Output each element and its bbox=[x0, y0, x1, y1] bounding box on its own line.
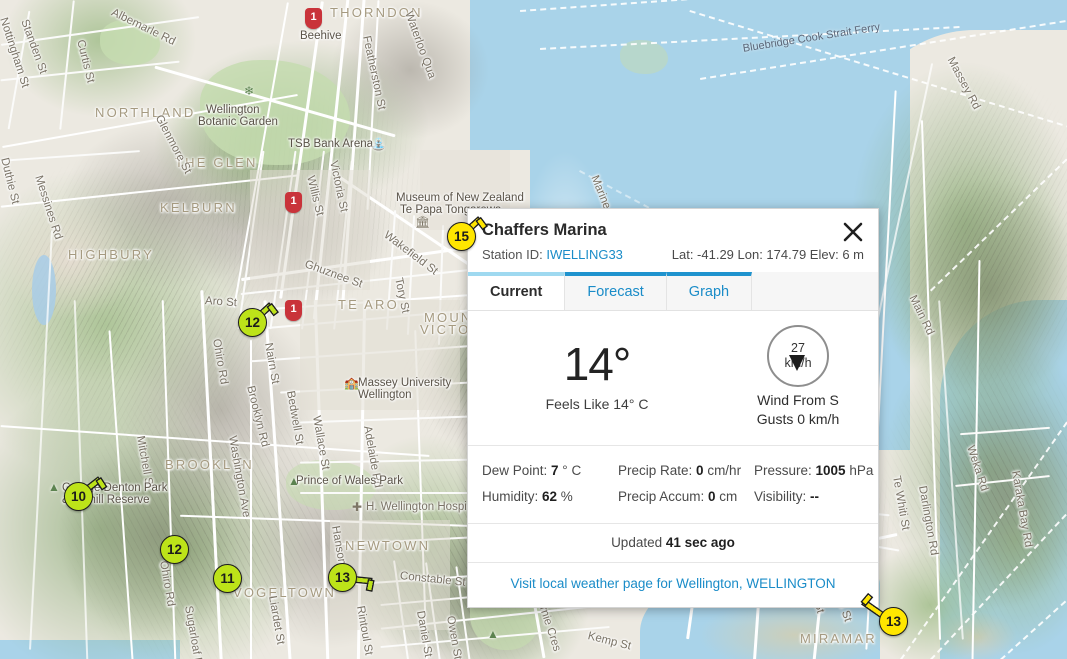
detail-grid: Dew Point: 7 ° CHumidity: 62 %Precip Rat… bbox=[468, 446, 878, 525]
neighborhood-label: NEWTOWN bbox=[345, 538, 430, 553]
detail-label: Pressure: bbox=[754, 463, 816, 478]
wind-speed-badge[interactable]: 13 bbox=[328, 563, 357, 592]
station-id-link[interactable]: IWELLING33 bbox=[546, 247, 623, 262]
place-label: Massey University bbox=[358, 377, 451, 389]
place-label: Wellington bbox=[206, 104, 260, 116]
popup-header: Chaffers Marina Station ID: IWELLING33 L… bbox=[468, 209, 878, 272]
wind-speed-badge[interactable]: 11 bbox=[213, 564, 242, 593]
tab-current[interactable]: Current bbox=[468, 272, 565, 310]
detail-value: 1005 bbox=[816, 463, 846, 478]
hospital-icon: ✚ bbox=[352, 500, 362, 514]
highway-shield-icon: 1 bbox=[285, 192, 302, 213]
updated-label: Updated bbox=[611, 535, 662, 550]
place-label: Beehive bbox=[300, 30, 342, 42]
neighborhood-label: MIRAMAR bbox=[800, 631, 877, 646]
place-label: TSB Bank Arena bbox=[288, 138, 373, 150]
park-icon: ❄ bbox=[244, 84, 254, 98]
wind-block: 27 km/h Wind From S Gusts 0 km/h bbox=[718, 325, 878, 429]
local-weather-page-link[interactable]: Visit local weather page for Wellington,… bbox=[511, 576, 836, 591]
detail-value: -- bbox=[810, 489, 819, 504]
street-label: Aro St bbox=[205, 295, 238, 309]
detail-value: 0 bbox=[708, 489, 716, 504]
wind-speed-badge[interactable]: 12 bbox=[238, 308, 267, 337]
highway-shield-icon: 1 bbox=[285, 300, 302, 321]
detail-row: Precip Accum: 0 cm bbox=[618, 484, 742, 510]
park-icon: ▲ bbox=[487, 627, 499, 641]
detail-label: Dew Point: bbox=[482, 463, 551, 478]
stadium-icon: ⛲ bbox=[371, 137, 386, 151]
detail-unit: cm bbox=[716, 489, 738, 504]
detail-column: Precip Rate: 0 cm/hrPrecip Accum: 0 cm bbox=[606, 458, 742, 511]
wind-dial: 27 km/h bbox=[767, 325, 829, 387]
detail-value: 0 bbox=[696, 463, 704, 478]
detail-row: Precip Rate: 0 cm/hr bbox=[618, 458, 742, 484]
local-weather-link-row: Visit local weather page for Wellington,… bbox=[468, 563, 878, 607]
temperature-block: 14° Feels Like 14° C bbox=[468, 341, 718, 412]
museum-icon: 🏛 bbox=[415, 215, 430, 229]
detail-row: Dew Point: 7 ° C bbox=[482, 458, 606, 484]
wind-speed-value: 27 bbox=[791, 341, 805, 355]
place-label: Wellington bbox=[358, 389, 412, 401]
water-sw bbox=[0, 640, 180, 659]
current-conditions: 14° Feels Like 14° C 27 km/h Wind From S… bbox=[468, 311, 878, 446]
updated-value: 41 sec ago bbox=[666, 535, 735, 550]
place-label: Botanic Garden bbox=[198, 116, 278, 128]
detail-column: Dew Point: 7 ° CHumidity: 62 % bbox=[468, 458, 606, 511]
detail-row: Humidity: 62 % bbox=[482, 484, 606, 510]
wind-speed-badge[interactable]: 15 bbox=[447, 222, 476, 251]
detail-label: Precip Accum: bbox=[618, 489, 708, 504]
detail-label: Precip Rate: bbox=[618, 463, 696, 478]
updated-status: Updated 41 sec ago bbox=[468, 524, 878, 563]
wind-speed-badge[interactable]: 10 bbox=[64, 482, 93, 511]
station-id-label: Station ID: bbox=[482, 247, 543, 262]
tab-forecast[interactable]: Forecast bbox=[565, 272, 666, 310]
wind-direction-arrow-icon bbox=[789, 355, 805, 371]
detail-row: Pressure: 1005 hPa bbox=[754, 458, 878, 484]
tab-graph[interactable]: Graph bbox=[667, 272, 752, 310]
place-label: Museum of New Zealand bbox=[396, 192, 524, 204]
station-id-group: Station ID: IWELLING33 bbox=[482, 247, 623, 262]
detail-unit: cm/hr bbox=[704, 463, 742, 478]
street-label: H. Wellington Hospi bbox=[366, 501, 467, 513]
detail-label: Humidity: bbox=[482, 489, 542, 504]
map-application: THORNDONNORTHLANDTHE GLENKELBURNHIGHBURY… bbox=[0, 0, 1067, 659]
park-icon: ▲ bbox=[48, 480, 60, 494]
neighborhood-label: NORTHLAND bbox=[95, 105, 195, 120]
neighborhood-label: VOGELTOWN bbox=[233, 585, 336, 600]
close-icon[interactable] bbox=[840, 219, 866, 245]
detail-unit: ° C bbox=[559, 463, 582, 478]
popup-title: Chaffers Marina bbox=[482, 221, 864, 239]
water-lambton bbox=[470, 0, 590, 150]
wind-speed-badge[interactable]: 12 bbox=[160, 535, 189, 564]
wind-direction-text: Wind From S bbox=[718, 391, 878, 410]
popup-subheader: Station ID: IWELLING33 Lat: -41.29 Lon: … bbox=[482, 247, 864, 262]
detail-row: Visibility: -- bbox=[754, 484, 878, 510]
detail-value: 62 bbox=[542, 489, 557, 504]
highway-shield-icon: 1 bbox=[305, 8, 322, 29]
place-label: Prince of Wales Park bbox=[296, 475, 403, 487]
wind-gusts-text: Gusts 0 km/h bbox=[718, 410, 878, 429]
tab-filler bbox=[752, 272, 878, 310]
park-icon: ▲ bbox=[288, 474, 300, 488]
station-popup[interactable]: Chaffers Marina Station ID: IWELLING33 L… bbox=[467, 208, 879, 608]
detail-label: Visibility: bbox=[754, 489, 810, 504]
detail-column: Pressure: 1005 hPaVisibility: -- bbox=[742, 458, 878, 511]
detail-unit: hPa bbox=[846, 463, 874, 478]
neighborhood-label: KELBURN bbox=[160, 200, 237, 215]
neighborhood-label: TE ARO bbox=[338, 297, 399, 312]
wind-speed-badge[interactable]: 13 bbox=[879, 607, 908, 636]
detail-unit: % bbox=[557, 489, 573, 504]
popup-tabs[interactable]: Current Forecast Graph bbox=[468, 272, 878, 311]
university-icon: 🏫 bbox=[344, 376, 359, 390]
current-temperature: 14° bbox=[476, 341, 718, 387]
neighborhood-label: HIGHBURY bbox=[68, 247, 154, 262]
detail-value: 7 bbox=[551, 463, 559, 478]
station-coordinates: Lat: -41.29 Lon: 174.79 Elev: 6 m bbox=[672, 247, 864, 262]
feels-like-text: Feels Like 14° C bbox=[476, 396, 718, 412]
